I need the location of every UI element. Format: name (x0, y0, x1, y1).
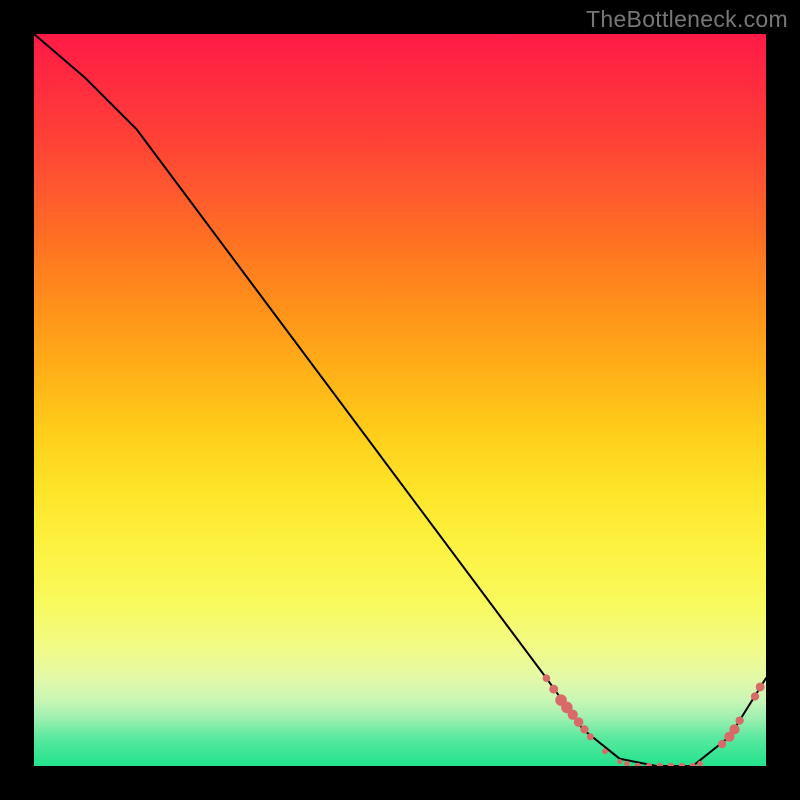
chart-marker (624, 761, 630, 766)
chart-marker (543, 674, 551, 682)
chart-marker (729, 724, 739, 734)
chart-marker (657, 763, 663, 766)
chart-marker (756, 682, 765, 691)
chart-marker (646, 763, 652, 766)
chart-marker (718, 740, 726, 748)
chart-line (34, 34, 766, 766)
chart-marker (568, 710, 578, 720)
chart-marker (602, 748, 608, 754)
plot-area (34, 34, 766, 766)
chart-marker (561, 702, 573, 714)
chart-marker (580, 725, 588, 733)
chart-marker (697, 761, 703, 766)
chart-marker (555, 694, 567, 706)
chart-marker (617, 759, 622, 764)
chart-marker (735, 716, 743, 724)
chart-marker (690, 763, 696, 766)
chart-frame: TheBottleneck.com (0, 0, 800, 800)
chart-marker (587, 733, 594, 740)
chart-marker (574, 717, 584, 727)
chart-marker (751, 692, 759, 700)
chart-marker (635, 763, 641, 766)
watermark-text: TheBottleneck.com (586, 6, 788, 33)
chart-marker (724, 732, 734, 742)
chart-marker (549, 685, 558, 694)
chart-marker (668, 763, 674, 766)
chart-marker (679, 763, 685, 766)
chart-svg (34, 34, 766, 766)
